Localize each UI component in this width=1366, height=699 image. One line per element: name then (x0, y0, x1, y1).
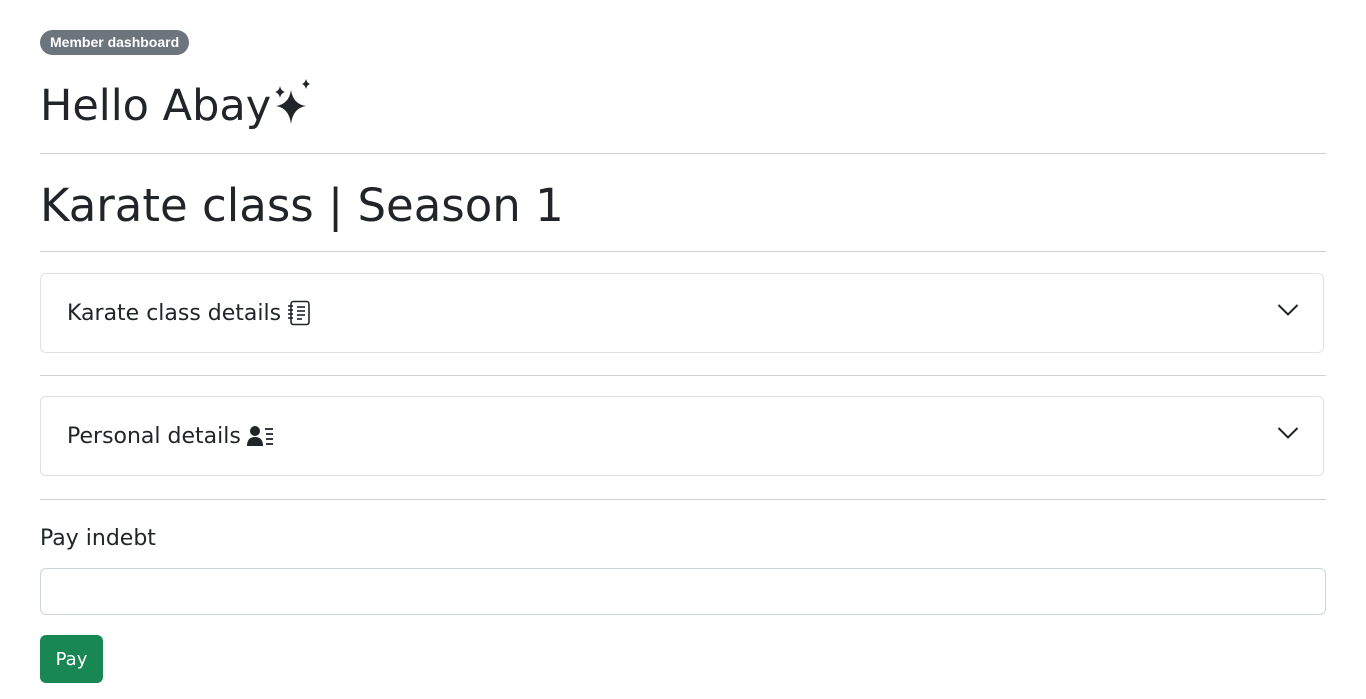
member-dashboard-badge: Member dashboard (40, 30, 190, 55)
accordion-toggle-karate-class-details[interactable]: Karate class details (41, 274, 1323, 352)
accordion-personal-details: Personal details (40, 396, 1324, 476)
chevron-down-icon (1277, 425, 1299, 444)
person-lines-icon (246, 424, 275, 448)
accordion-title: Karate class details (67, 300, 282, 326)
accordion-karate-class-details: Karate class details (40, 273, 1324, 353)
accordion-title: Personal details (67, 423, 241, 449)
greeting-text: Hello Abay (40, 81, 272, 131)
journal-text-icon (287, 300, 311, 326)
pay-indebt-label: Pay indebt (40, 526, 156, 551)
divider (40, 499, 1326, 500)
divider (40, 251, 1326, 252)
greeting-heading: Hello Abay (40, 76, 313, 136)
class-title: Karate class | Season 1 (40, 179, 564, 232)
chevron-down-icon (1277, 302, 1299, 321)
sparkles-icon (275, 79, 311, 124)
divider (40, 153, 1326, 154)
pay-button[interactable]: Pay (40, 635, 103, 683)
accordion-toggle-personal-details[interactable]: Personal details (41, 397, 1323, 475)
pay-indebt-input[interactable] (40, 568, 1326, 615)
divider (40, 375, 1326, 376)
